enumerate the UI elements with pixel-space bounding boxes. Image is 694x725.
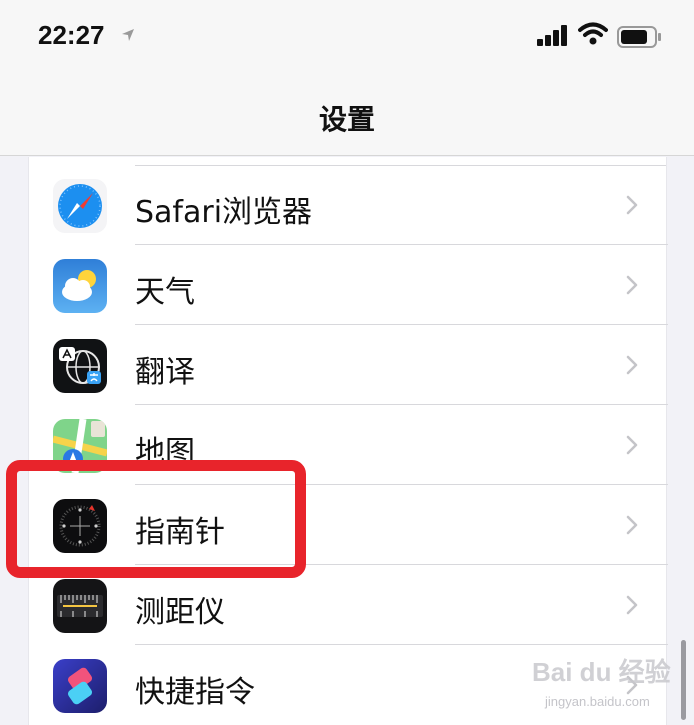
safari-icon bbox=[53, 179, 107, 233]
watermark-url: jingyan.baidu.com bbox=[545, 694, 650, 709]
wifi-icon bbox=[578, 22, 608, 50]
navigation-bar: 设置 bbox=[0, 72, 694, 156]
chevron-right-icon bbox=[626, 355, 638, 379]
settings-row-label: 快捷指令 bbox=[135, 675, 255, 710]
battery-icon bbox=[617, 26, 663, 52]
measure-icon bbox=[53, 579, 107, 633]
cellular-signal-icon bbox=[537, 24, 569, 50]
chevron-right-icon bbox=[626, 435, 638, 459]
page-title: 设置 bbox=[318, 103, 375, 136]
weather-icon bbox=[53, 259, 107, 313]
status-time: 22:27 bbox=[38, 20, 105, 50]
settings-row-safari[interactable]: Safari浏览器 bbox=[29, 165, 668, 245]
settings-row-translate[interactable]: 翻译 bbox=[29, 325, 668, 405]
chevron-right-icon bbox=[626, 515, 638, 539]
scroll-indicator[interactable] bbox=[681, 640, 686, 720]
settings-row-label: 测距仪 bbox=[135, 595, 225, 630]
location-arrow-icon bbox=[121, 27, 135, 46]
highlight-box bbox=[6, 460, 306, 578]
status-bar: 22:27 bbox=[0, 0, 694, 72]
settings-row-label: Safari浏览器 bbox=[135, 195, 313, 230]
chevron-right-icon bbox=[626, 275, 638, 299]
settings-row-label: 天气 bbox=[135, 275, 195, 310]
translate-icon bbox=[53, 339, 107, 393]
settings-list: Safari浏览器 天气 翻译 地图 指南针 测距仪 快捷指令 bbox=[28, 157, 668, 725]
shortcuts-icon bbox=[53, 659, 107, 713]
settings-row-label: 翻译 bbox=[135, 355, 195, 390]
watermark-logo: Bai du 经验 bbox=[532, 657, 671, 687]
chevron-right-icon bbox=[626, 195, 638, 219]
chevron-right-icon bbox=[626, 595, 638, 619]
settings-row-weather[interactable]: 天气 bbox=[29, 245, 668, 325]
